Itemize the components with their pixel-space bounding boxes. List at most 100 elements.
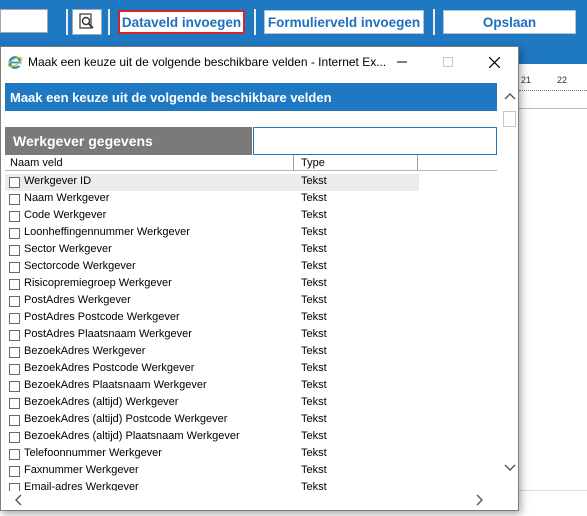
row-checkbox[interactable] — [9, 279, 20, 290]
grid-header: Naam veld Type — [5, 155, 497, 171]
ruler-mark: 21 — [521, 75, 532, 85]
insert-data-field-button[interactable]: Dataveld invoegen — [118, 10, 245, 34]
field-name: Risicopremiegroep Werkgever — [24, 277, 172, 289]
field-type: Tekst — [301, 464, 327, 476]
row-checkbox[interactable] — [9, 449, 20, 460]
internet-explorer-icon — [7, 56, 23, 69]
scroll-down-button[interactable] — [501, 459, 518, 476]
field-name: Sector Werkgever — [24, 243, 112, 255]
scroll-up-button[interactable] — [501, 87, 518, 104]
table-row[interactable]: Code Werkgever Tekst — [5, 208, 419, 225]
table-row[interactable]: BezoekAdres Plaatsnaam Werkgever Tekst — [5, 378, 419, 395]
field-type: Tekst — [301, 345, 327, 357]
print-preview-button[interactable] — [72, 9, 102, 35]
table-row[interactable]: Faxnummer Werkgever Tekst — [5, 463, 419, 480]
row-checkbox[interactable] — [9, 398, 20, 409]
column-header-type[interactable]: Type — [301, 157, 325, 169]
close-button[interactable] — [471, 47, 517, 77]
chevron-down-icon — [504, 464, 515, 471]
maximize-icon — [443, 57, 453, 67]
minimize-icon — [397, 61, 407, 63]
field-type: Tekst — [301, 328, 327, 340]
table-row[interactable]: Telefoonnummer Werkgever Tekst — [5, 446, 419, 463]
table-row[interactable]: BezoekAdres Werkgever Tekst — [5, 344, 419, 361]
field-type: Tekst — [301, 294, 327, 306]
column-header-name[interactable]: Naam veld — [10, 157, 63, 169]
row-checkbox[interactable] — [9, 296, 20, 307]
row-checkbox[interactable] — [9, 194, 20, 205]
table-row[interactable]: Risicopremiegroep Werkgever Tekst — [5, 276, 419, 293]
scroll-right-button[interactable] — [471, 491, 488, 508]
toolbar-input[interactable] — [0, 9, 48, 33]
document-bottom-line — [519, 490, 587, 491]
field-name: Loonheffingennummer Werkgever — [24, 226, 190, 238]
scroll-thumb[interactable] — [503, 111, 516, 127]
column-divider[interactable] — [417, 155, 418, 171]
table-row[interactable]: PostAdres Werkgever Tekst — [5, 293, 419, 310]
table-row[interactable]: BezoekAdres (altijd) Werkgever Tekst — [5, 395, 419, 412]
table-row[interactable]: BezoekAdres Postcode Werkgever Tekst — [5, 361, 419, 378]
horizontal-scrollbar[interactable] — [1, 491, 518, 508]
row-checkbox[interactable] — [9, 432, 20, 443]
field-name: BezoekAdres (altijd) Postcode Werkgever — [24, 413, 228, 425]
dialog-header: Maak een keuze uit de volgende beschikba… — [5, 83, 497, 111]
field-type: Tekst — [301, 311, 327, 323]
group-filter-input[interactable] — [253, 127, 497, 155]
field-type: Tekst — [301, 209, 327, 221]
table-row[interactable]: PostAdres Postcode Werkgever Tekst — [5, 310, 419, 327]
field-picker-dialog: Maak een keuze uit de volgende beschikba… — [0, 46, 519, 511]
column-divider[interactable] — [293, 155, 294, 171]
dialog-titlebar[interactable]: Maak een keuze uit de volgende beschikba… — [1, 47, 518, 77]
row-checkbox[interactable] — [9, 313, 20, 324]
field-name: Werkgever ID — [24, 175, 92, 187]
magnifier-document-icon — [79, 13, 94, 29]
field-name: PostAdres Plaatsnaam Werkgever — [24, 328, 192, 340]
row-checkbox[interactable] — [9, 262, 20, 273]
row-checkbox[interactable] — [9, 228, 20, 239]
field-name: PostAdres Postcode Werkgever — [24, 311, 180, 323]
insert-form-field-button[interactable]: Formulierveld invoegen — [264, 10, 424, 34]
field-name: BezoekAdres Werkgever — [24, 345, 146, 357]
field-type: Tekst — [301, 175, 327, 187]
row-checkbox[interactable] — [9, 466, 20, 477]
table-row[interactable]: Naam Werkgever Tekst — [5, 191, 419, 208]
row-checkbox[interactable] — [9, 415, 20, 426]
field-type: Tekst — [301, 226, 327, 238]
toolbar-separator — [108, 9, 110, 35]
table-row[interactable]: Sectorcode Werkgever Tekst — [5, 259, 419, 276]
table-row[interactable]: PostAdres Plaatsnaam Werkgever Tekst — [5, 327, 419, 344]
table-row[interactable]: BezoekAdres (altijd) Postcode Werkgever T… — [5, 412, 419, 429]
table-row[interactable]: Sector Werkgever Tekst — [5, 242, 419, 259]
field-name: BezoekAdres (altijd) Plaatsnaam Werkgeve… — [24, 430, 240, 442]
field-type: Tekst — [301, 430, 327, 442]
close-icon — [488, 56, 500, 68]
row-checkbox[interactable] — [9, 347, 20, 358]
scroll-left-button[interactable] — [9, 491, 26, 508]
row-checkbox[interactable] — [9, 177, 20, 188]
document-margin-line — [519, 108, 587, 109]
row-checkbox[interactable] — [9, 330, 20, 341]
ruler-mark: 22 — [557, 75, 568, 85]
chevron-up-icon — [504, 92, 515, 99]
save-button[interactable]: Opslaan — [443, 10, 576, 34]
field-type: Tekst — [301, 277, 327, 289]
row-checkbox[interactable] — [9, 211, 20, 222]
table-row[interactable]: BezoekAdres (altijd) Plaatsnaam Werkgeve… — [5, 429, 419, 446]
row-checkbox[interactable] — [9, 245, 20, 256]
field-type: Tekst — [301, 413, 327, 425]
field-type: Tekst — [301, 379, 327, 391]
row-checkbox[interactable] — [9, 381, 20, 392]
vertical-scrollbar[interactable] — [501, 83, 518, 483]
field-name: BezoekAdres Plaatsnaam Werkgever — [24, 379, 207, 391]
table-row[interactable]: Loonheffingennummer Werkgever Tekst — [5, 225, 419, 242]
field-type: Tekst — [301, 396, 327, 408]
header-divider — [5, 170, 497, 171]
row-checkbox[interactable] — [9, 364, 20, 375]
field-name: BezoekAdres Postcode Werkgever — [24, 362, 195, 374]
app-toolbar: Dataveld invoegen Formulierveld invoegen… — [0, 0, 587, 42]
field-name: PostAdres Werkgever — [24, 294, 131, 306]
table-row[interactable]: Werkgever ID Tekst — [5, 174, 419, 191]
maximize-button[interactable] — [425, 47, 471, 77]
minimize-button[interactable] — [379, 47, 425, 77]
group-title: Werkgever gegevens — [5, 127, 252, 155]
